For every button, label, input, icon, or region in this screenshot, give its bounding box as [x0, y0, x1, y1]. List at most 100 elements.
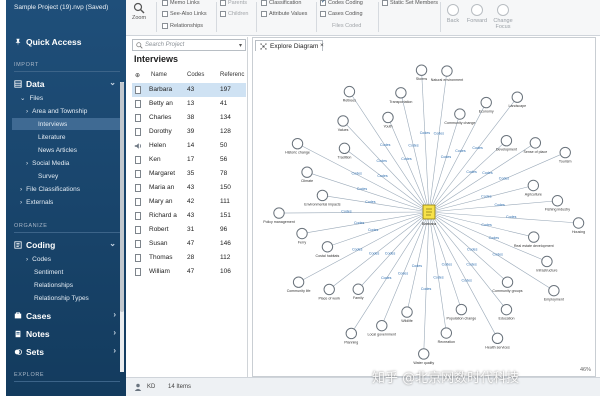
sidebar-item-data[interactable]: Data ⌄	[14, 78, 122, 90]
code-node-icon[interactable]	[548, 284, 560, 297]
sidebar-item-coding[interactable]: Coding ⌄	[14, 239, 122, 251]
sidebar-item-cases[interactable]: Cases ›	[14, 310, 122, 322]
static-set-members-checkbox[interactable]: Static Set Members	[382, 0, 438, 6]
sidebar-item-files[interactable]: ⌄ Files	[20, 92, 122, 104]
sidebar-item-file-classifications[interactable]: › File Classifications	[20, 183, 122, 195]
table-row[interactable]: Barbara 43 197	[132, 83, 246, 97]
code-node-icon[interactable]	[316, 189, 329, 202]
code-node-icon[interactable]	[572, 217, 585, 229]
code-node-icon[interactable]	[500, 135, 513, 147]
table-row[interactable]: William 47 106	[132, 265, 246, 279]
code-node-icon[interactable]	[382, 111, 394, 124]
row-name: William	[149, 268, 170, 275]
add-column-icon[interactable]: ⊕	[135, 72, 140, 79]
table-row[interactable]: Dorothy 39 128	[132, 125, 246, 139]
sidebar-item-sentiment[interactable]: Sentiment	[34, 266, 122, 278]
quick-access-button[interactable]: Quick Access	[14, 37, 81, 47]
code-node-icon[interactable]	[415, 64, 428, 76]
sidebar-item-literature[interactable]: Literature	[38, 131, 122, 143]
table-row[interactable]: Richard a 43 151	[132, 209, 246, 223]
code-node-label: Development	[496, 148, 517, 152]
code-node-icon[interactable]	[321, 241, 334, 253]
table-row[interactable]: Thomas 28 112	[132, 251, 246, 265]
codes-coding-checkbox[interactable]: Codes Coding	[320, 0, 363, 6]
code-node-icon[interactable]	[455, 303, 468, 316]
code-node-icon[interactable]	[343, 85, 356, 98]
back-button[interactable]: Back	[440, 4, 466, 24]
sidebar-item-relationships[interactable]: Relationships	[34, 279, 122, 291]
change-focus-button[interactable]: Change Focus	[490, 4, 516, 30]
forward-button[interactable]: Forward	[464, 4, 490, 24]
code-node-icon[interactable]	[401, 306, 413, 318]
sidebar-item-social-media[interactable]: › Social Media	[26, 157, 122, 169]
code-node-icon[interactable]	[296, 227, 308, 240]
code-node-icon[interactable]	[338, 142, 351, 155]
sidebar-item-externals[interactable]: › Externals	[20, 196, 122, 208]
code-node-icon[interactable]	[301, 166, 313, 178]
column-header-name[interactable]: Name	[151, 72, 167, 78]
code-node-icon[interactable]	[500, 303, 513, 316]
search-project-input[interactable]: Search Project ▾	[132, 39, 246, 51]
code-node-icon[interactable]	[491, 332, 504, 345]
see-also-links-checkbox[interactable]: See-Also Links	[162, 11, 207, 17]
table-row[interactable]: Mary an 42 111	[132, 195, 246, 209]
sidebar-item-survey[interactable]: Survey	[38, 170, 122, 182]
code-node-icon[interactable]	[441, 65, 453, 77]
sidebar-item-notes[interactable]: Notes ›	[14, 328, 122, 340]
code-node-icon[interactable]	[454, 108, 466, 120]
tab-explore-diagram[interactable]: Explore Diagram	[255, 40, 324, 51]
diagram-canvas[interactable]: CodesCodesCodesCodesCodes CodesCodesCodes…	[253, 52, 597, 378]
sidebar-item-relationship-types[interactable]: Relationship Types	[34, 292, 122, 304]
parents-checkbox[interactable]: Parents	[220, 0, 247, 6]
attribute-values-checkbox[interactable]: Attribute Values	[261, 11, 307, 17]
table-row[interactable]: Betty an 13 41	[132, 97, 246, 111]
classification-checkbox[interactable]: Classification	[261, 0, 301, 6]
code-node-icon[interactable]	[559, 146, 571, 159]
scrollbar-thumb[interactable]	[120, 82, 124, 312]
table-row[interactable]: Ken 17 56	[132, 153, 246, 167]
code-node-icon[interactable]	[501, 276, 514, 288]
table-row[interactable]: Margaret 35 78	[132, 167, 246, 181]
code-node-icon[interactable]	[376, 319, 388, 332]
magnifier-icon	[133, 2, 145, 14]
code-node-icon[interactable]	[395, 87, 407, 99]
code-node-icon[interactable]	[323, 283, 335, 296]
code-node-icon[interactable]	[529, 137, 542, 149]
sidebar-item-sets[interactable]: Sets ›	[14, 346, 122, 358]
children-checkbox[interactable]: Children	[220, 11, 248, 17]
code-node-icon[interactable]	[273, 207, 285, 219]
code-node-icon[interactable]	[541, 255, 553, 268]
list-scrollbar[interactable]	[120, 82, 124, 372]
cases-coding-checkbox[interactable]: Cases Coding	[320, 11, 363, 17]
code-node-icon[interactable]	[292, 276, 305, 288]
memo-links-checkbox[interactable]: Memo Links	[162, 0, 200, 6]
code-node-icon[interactable]	[418, 348, 430, 360]
table-row[interactable]: Susan 47 146	[132, 237, 246, 251]
relationships-checkbox[interactable]: Relationships	[162, 23, 203, 29]
table-row[interactable]: Helen 14 50	[132, 139, 246, 153]
column-header-references[interactable]: Referenc	[220, 72, 244, 78]
zoom-button[interactable]: Zoom	[132, 2, 146, 21]
code-node-icon[interactable]	[527, 179, 540, 192]
code-node-icon[interactable]	[511, 91, 524, 103]
table-row[interactable]: Charles 38 134	[132, 111, 246, 125]
code-node-icon[interactable]	[291, 137, 304, 150]
code-node-icon[interactable]	[337, 115, 349, 127]
code-node-icon[interactable]	[480, 96, 492, 109]
code-node-icon[interactable]	[528, 231, 540, 243]
table-row[interactable]: Maria an 43 150	[132, 181, 246, 195]
code-node-icon[interactable]	[352, 283, 364, 295]
sidebar-item-area-township[interactable]: › Area and Township	[26, 105, 122, 117]
sidebar-item-codes[interactable]: › Codes	[26, 253, 122, 265]
dropdown-arrow-icon[interactable]: ▾	[239, 42, 242, 49]
column-header-codes[interactable]: Codes	[187, 72, 204, 78]
code-node-icon[interactable]	[345, 327, 357, 340]
sidebar-item-interviews[interactable]: Interviews	[12, 118, 122, 130]
chevron-right-icon: ›	[113, 328, 116, 337]
sidebar-item-news-articles[interactable]: News Articles	[38, 144, 122, 156]
code-node-icon[interactable]	[440, 327, 453, 339]
edge-label: Codes	[482, 171, 493, 175]
code-node-icon[interactable]	[551, 195, 564, 207]
close-icon[interactable]: ×	[320, 42, 324, 49]
table-row[interactable]: Robert 31 96	[132, 223, 246, 237]
